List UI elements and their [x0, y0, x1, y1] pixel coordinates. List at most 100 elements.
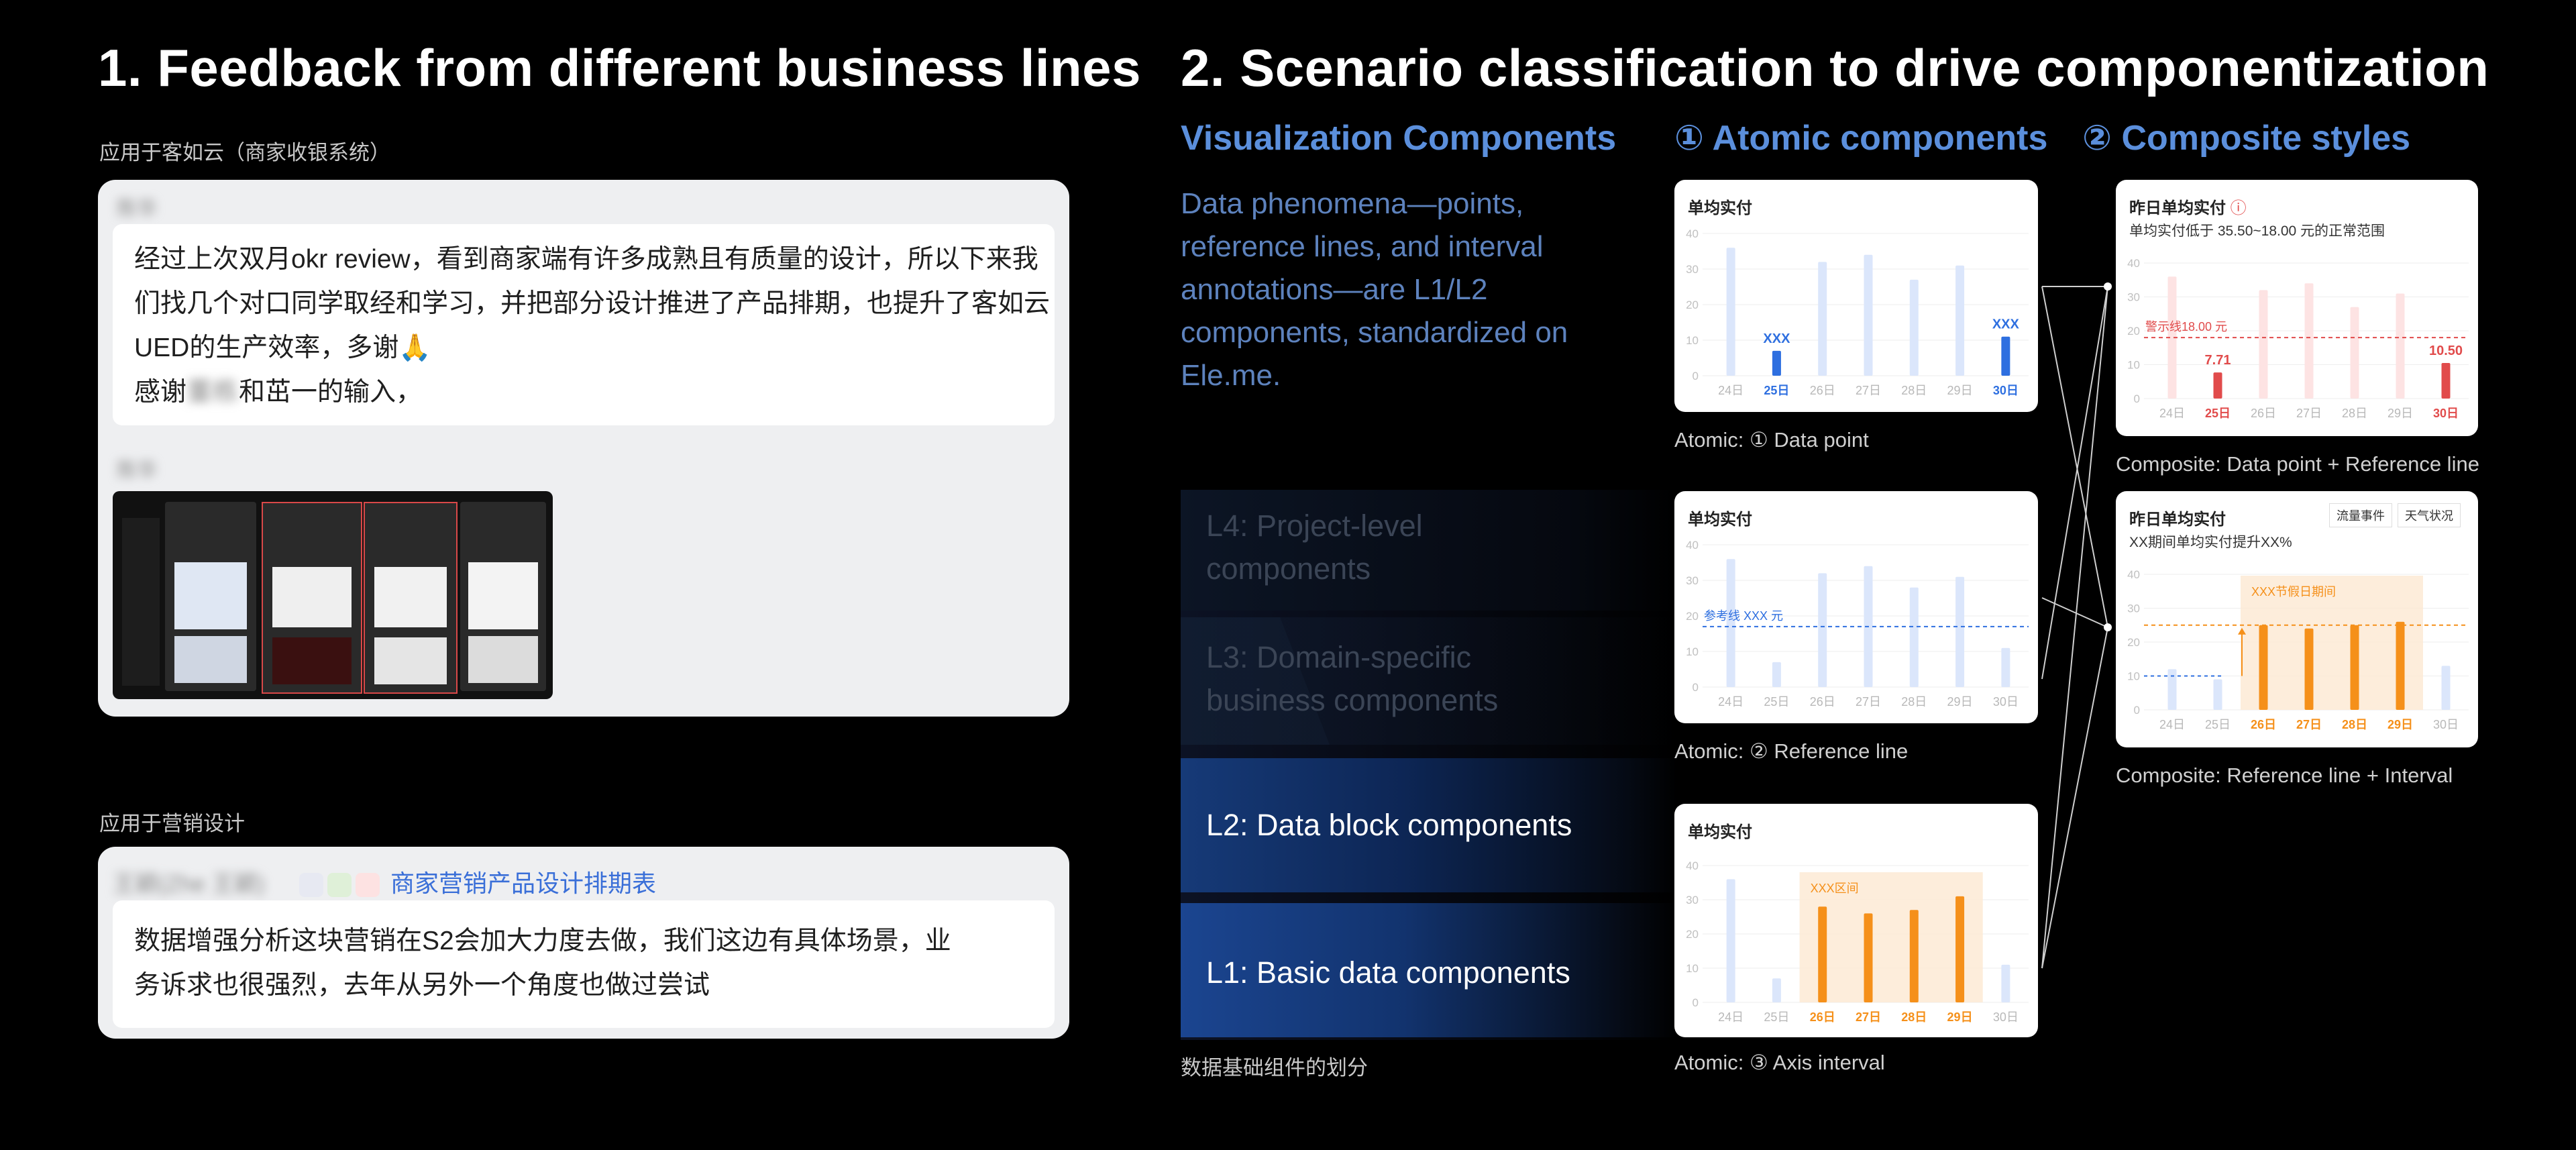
bar — [1726, 879, 1735, 1002]
data-label: XXX — [1992, 317, 2020, 332]
y-tick-label: 30 — [2127, 603, 2140, 615]
bar — [1909, 587, 1919, 687]
bar — [1955, 265, 1965, 376]
interval-label: XXX节假日期间 — [2251, 585, 2336, 598]
rocket-icon — [299, 873, 323, 898]
x-tick-label: 30日 — [2433, 407, 2459, 420]
x-tick-label: 26日 — [2251, 407, 2276, 420]
bar — [1955, 896, 1965, 1002]
bar — [2396, 293, 2405, 399]
x-tick-label: 24日 — [1718, 1010, 1743, 1024]
data-label: 10.50 — [2429, 344, 2463, 358]
message-text: 经过上次双月okr review，看到商家端有许多成熟且有质量的设计，所以下来我… — [134, 238, 1050, 415]
y-tick-label: 40 — [1686, 539, 1699, 552]
x-tick-label: 26日 — [1810, 384, 1835, 397]
bar — [2441, 666, 2451, 710]
atomic-caption-1: Atomic: ① Data point — [1674, 428, 1869, 452]
x-tick-label: 27日 — [2296, 718, 2322, 731]
chat-card-2: 王颖(Zhe 王颖) 商家营销产品设计排期表 数据增强分析这块营销在S2会加大力… — [98, 847, 1069, 1039]
chart-card-data-point: 单均实付 40 30 20 10 0 24日 25日 26日 27日 28日 29日 30日 XXX XX… — [1674, 180, 2038, 412]
x-tick-label: 28日 — [2342, 407, 2367, 420]
bar — [1818, 906, 1827, 1002]
bar — [2213, 372, 2222, 399]
chart-card-composite-1: 昨日单均实付 ⓘ 单均实付低于 35.50~18.00 元的正常范围 40 30 2… — [2116, 180, 2478, 436]
y-tick-label: 30 — [1686, 894, 1699, 906]
y-tick-label: 30 — [1686, 574, 1699, 587]
section2-caption: 应用于营销设计 — [99, 812, 245, 835]
x-tick-label: 29日 — [1947, 695, 1973, 709]
y-tick-label: 0 — [1693, 370, 1699, 382]
composite-caption-1: Composite: Data point + Reference line — [2116, 452, 2479, 476]
sender-name-blurred: 陈华 — [117, 460, 157, 482]
y-tick-label: 30 — [2127, 291, 2140, 304]
atomic-heading: ① Atomic components — [1674, 119, 2048, 158]
schedule-link[interactable]: 商家营销产品设计排期表 — [299, 864, 656, 899]
x-tick-label: 28日 — [1901, 384, 1927, 397]
sender-name-blurred: 陈华 — [117, 198, 157, 220]
bar — [2167, 669, 2177, 710]
chart-composite-1: 40 30 20 10 0 24日 25日 26日 27日 28日 29日 30日 7.71 10.50 警… — [2127, 257, 2469, 420]
y-tick-label: 20 — [1686, 610, 1699, 623]
x-tick-label: 24日 — [2159, 407, 2185, 420]
bar — [1726, 559, 1735, 687]
bar — [2259, 290, 2268, 399]
y-tick-label: 10 — [1686, 962, 1699, 975]
screenshot-thumbnail[interactable] — [113, 491, 553, 699]
bar — [1772, 662, 1781, 687]
sender-name-blurred: 王颖(Zhe 王颖) — [113, 872, 265, 897]
y-tick-label: 40 — [2127, 568, 2140, 581]
y-tick-label: 10 — [2127, 670, 2140, 683]
x-tick-label: 25日 — [2205, 718, 2231, 731]
layer-l4: L4: Project-level components — [1181, 490, 1677, 611]
x-tick-label: 27日 — [1856, 1010, 1881, 1024]
message-line: 经过上次双月okr review，看到商家端有许多成熟且有质量的设计，所以下来我 — [134, 245, 1038, 274]
bar — [1772, 350, 1781, 376]
layer-caption: 数据基础组件的划分 — [1181, 1056, 1368, 1080]
bar — [1955, 576, 1965, 687]
bar — [2304, 628, 2314, 710]
x-tick-label: 26日 — [2251, 718, 2276, 731]
section1-caption: 应用于客如云（商家收银系统） — [99, 141, 390, 164]
reference-line-label: 参考线 XXX 元 — [1704, 609, 1783, 623]
x-tick-label: 30日 — [2433, 718, 2459, 731]
bar — [1818, 262, 1827, 376]
connector-node — [2104, 282, 2112, 291]
y-tick-label: 10 — [1686, 645, 1699, 658]
layer-l1: L1: Basic data components — [1181, 903, 1677, 1037]
schedule-link-text[interactable]: 商家营销产品设计排期表 — [390, 870, 656, 897]
y-tick-label: 20 — [1686, 299, 1699, 311]
x-tick-label: 26日 — [1810, 695, 1835, 709]
message-text: 数据增强分析这块营销在S2会加大力度去做，我们这边有具体场景，业 务诉求也很强烈… — [134, 919, 951, 1008]
bar — [1726, 248, 1735, 376]
x-tick-label: 27日 — [1856, 695, 1881, 709]
x-tick-label: 28日 — [2342, 718, 2367, 731]
y-tick-label: 40 — [1686, 859, 1699, 872]
chart-card-axis-interval: 单均实付 40 30 20 10 0 XXX区间 24日 25日 26日 27日 28日 29日 30日 — [1674, 804, 2038, 1037]
right-title: 2. Scenario classification to drive comp… — [1181, 38, 2489, 97]
y-tick-label: 40 — [1686, 227, 1699, 240]
viz-heading: Visualization Components — [1181, 119, 1617, 158]
atomic-caption-3: Atomic: ③ Axis interval — [1674, 1051, 1885, 1074]
message-bubble: 经过上次双月okr review，看到商家端有许多成熟且有质量的设计，所以下来我… — [113, 224, 1055, 425]
x-tick-label: 25日 — [1764, 384, 1789, 397]
layer-l3: L3: Domain-specific business components — [1181, 617, 1677, 745]
x-tick-label: 27日 — [1856, 384, 1881, 397]
chart-data-point: 40 30 20 10 0 24日 25日 26日 27日 28日 29日 30日 XXX XXX — [1686, 227, 2029, 397]
y-tick-label: 0 — [1693, 681, 1699, 694]
y-tick-label: 10 — [1686, 334, 1699, 347]
bar — [1909, 279, 1919, 376]
x-tick-label: 24日 — [1718, 695, 1743, 709]
chart-reference-line: 40 30 20 10 0 24日 25日 26日 27日 28日 29日 30日 参考线 XXX 元 — [1686, 539, 2029, 709]
y-tick-label: 0 — [1693, 996, 1699, 1009]
x-tick-label: 25日 — [1764, 1010, 1789, 1024]
y-tick-label: 0 — [2134, 704, 2140, 717]
data-label: XXX — [1763, 331, 1790, 346]
interval-label: XXX区间 — [1811, 882, 1859, 895]
message-line: 们找几个对口同学取经和学习，并把部分设计推进了产品排期，也提升了客如云 — [134, 289, 1051, 318]
y-tick-label: 20 — [2127, 325, 2140, 337]
bar — [2001, 647, 2010, 687]
connector-node — [2104, 623, 2112, 631]
data-label: 7.71 — [2205, 353, 2231, 368]
bar — [2350, 625, 2359, 710]
bar — [2213, 679, 2222, 710]
